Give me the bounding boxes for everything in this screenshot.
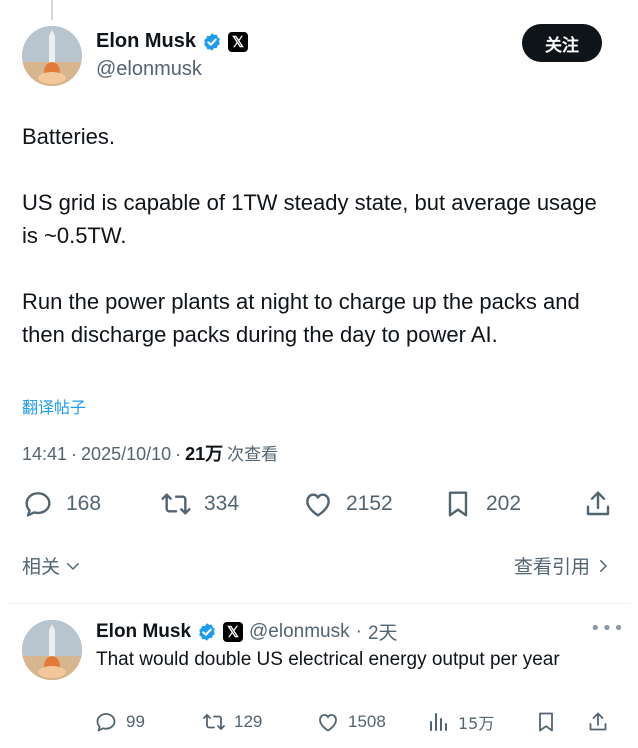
chevron-down-icon bbox=[67, 562, 80, 570]
repost-button[interactable]: 129 bbox=[202, 706, 262, 738]
meta-separator: · bbox=[355, 620, 362, 642]
repost-icon bbox=[203, 714, 225, 730]
avatar[interactable] bbox=[22, 620, 82, 680]
x-logo-icon: 𝕏 bbox=[228, 31, 249, 52]
reply-button[interactable]: 99 bbox=[94, 706, 145, 738]
reply-count: 99 bbox=[126, 712, 145, 731]
chevron-right-icon bbox=[600, 559, 607, 572]
like-button[interactable]: 1508 bbox=[316, 706, 386, 738]
author-name-row: Elon Musk 𝕏 bbox=[96, 30, 249, 53]
heart-icon bbox=[306, 493, 330, 517]
views-button[interactable]: 15万 bbox=[426, 706, 494, 738]
share-button[interactable] bbox=[586, 706, 610, 738]
repost-count: 334 bbox=[204, 492, 240, 515]
author-handle[interactable]: @elonmusk bbox=[249, 621, 350, 643]
thread-connector-line bbox=[51, 0, 53, 20]
share-icon bbox=[589, 712, 607, 731]
tweet-paragraph: Run the power plants at night to charge … bbox=[22, 289, 580, 347]
translate-post-link[interactable]: 翻译帖子 bbox=[22, 394, 86, 418]
tweet-date[interactable]: 2025/10/10 bbox=[81, 444, 171, 465]
reply-text: That would double US electrical energy o… bbox=[96, 649, 560, 670]
bookmark-count: 202 bbox=[486, 492, 522, 515]
views-label: 次查看 bbox=[227, 445, 279, 465]
like-count: 1508 bbox=[348, 712, 386, 731]
meta-separator: · bbox=[175, 444, 182, 464]
reply-button[interactable]: 168 bbox=[22, 484, 101, 524]
meta-separator: · bbox=[71, 444, 78, 464]
like-count: 2152 bbox=[346, 492, 393, 515]
tweet-paragraph: US grid is capable of 1TW steady state, … bbox=[22, 190, 597, 248]
views-count: 21万 bbox=[185, 444, 224, 464]
author-name[interactable]: Elon Musk bbox=[96, 621, 191, 643]
tweet-text: Batteries. US grid is capable of 1TW ste… bbox=[22, 120, 612, 384]
avatar[interactable] bbox=[22, 26, 82, 86]
tweet-header: Elon Musk 𝕏 @elonmusk 关注 bbox=[22, 24, 612, 88]
heart-icon bbox=[319, 714, 337, 732]
reply-tweet[interactable]: Elon Musk 𝕏 @elonmusk · 2天 ••• That woul… bbox=[22, 618, 624, 748]
share-icon bbox=[586, 491, 610, 516]
repost-button[interactable]: 334 bbox=[160, 484, 239, 524]
x-logo-icon: 𝕏 bbox=[223, 621, 244, 642]
author-handle[interactable]: @elonmusk bbox=[96, 58, 202, 81]
verified-badge-icon bbox=[199, 622, 215, 641]
share-button[interactable] bbox=[582, 484, 614, 524]
bookmark-icon bbox=[539, 712, 553, 732]
bookmark-icon bbox=[448, 491, 468, 517]
tweet-action-bar: 168 334 2152 202 bbox=[22, 484, 618, 524]
repost-icon bbox=[161, 493, 191, 515]
view-quotes-label: 查看引用 bbox=[513, 556, 590, 578]
views-count: 15万 bbox=[458, 714, 495, 733]
tweet-time[interactable]: 14:41 bbox=[22, 444, 67, 465]
like-button[interactable]: 2152 bbox=[302, 484, 393, 524]
author-name[interactable]: Elon Musk bbox=[96, 30, 196, 53]
reply-header: Elon Musk 𝕏 @elonmusk · 2天 bbox=[96, 618, 398, 645]
related-row: 相关 查看引用 bbox=[22, 552, 612, 582]
divider bbox=[8, 603, 630, 604]
reply-age[interactable]: 2天 bbox=[368, 618, 398, 645]
tweet-paragraph: Batteries. bbox=[22, 124, 115, 149]
tweet-meta: 14:41 · 2025/10/10 · 21万 次查看 bbox=[22, 440, 278, 466]
reply-count: 168 bbox=[66, 492, 102, 515]
more-icon[interactable]: ••• bbox=[590, 618, 624, 642]
views-bar-icon bbox=[430, 713, 447, 731]
bookmark-button[interactable]: 202 bbox=[442, 484, 521, 524]
reply-action-bar: 99 129 1508 15万 bbox=[94, 706, 618, 738]
bookmark-button[interactable] bbox=[534, 706, 558, 738]
related-label: 相关 bbox=[22, 556, 61, 578]
view-quotes-link[interactable]: 查看引用 bbox=[514, 552, 612, 579]
reply-icon bbox=[25, 492, 51, 517]
follow-button[interactable]: 关注 bbox=[522, 24, 602, 62]
reply-icon bbox=[96, 713, 116, 732]
related-toggle[interactable]: 相关 bbox=[22, 552, 82, 579]
repost-count: 129 bbox=[234, 712, 263, 731]
verified-badge-icon bbox=[204, 32, 220, 51]
